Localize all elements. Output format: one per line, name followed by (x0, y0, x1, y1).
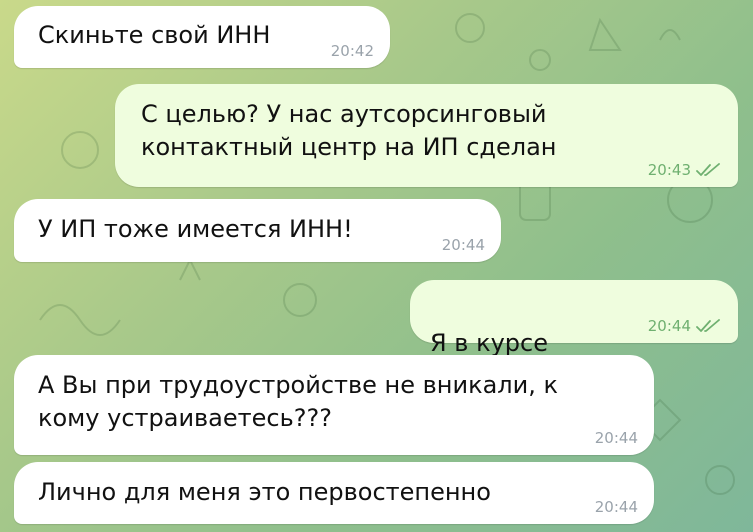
message-bubble-incoming[interactable]: А Вы при трудоустройстве не вникали, к к… (14, 355, 654, 455)
message-bubble-outgoing[interactable]: Я в курсе 20:44 (410, 280, 738, 389)
message-meta: 20:44 (595, 429, 638, 447)
message-meta: 20:42 (331, 42, 374, 60)
message-time: 20:43 (647, 161, 691, 179)
message-text-content: Я в курсе (430, 329, 548, 357)
message-bubble-incoming[interactable]: Лично для меня это первостепенно 20:44 (14, 462, 654, 524)
message-text: А Вы при трудоустройстве не вникали, к к… (38, 371, 558, 432)
message-meta: 20:44 (648, 317, 722, 335)
message-time: 20:44 (647, 317, 691, 335)
message-meta: 20:44 (442, 236, 485, 254)
message-meta: 20:44 (595, 498, 638, 516)
message-meta: 20:43 (648, 161, 722, 179)
message-time: 20:44 (594, 498, 638, 516)
message-time: 20:44 (441, 236, 485, 254)
message-bubble-incoming[interactable]: У ИП тоже имеется ИНН! 20:44 (14, 199, 501, 262)
message-time: 20:44 (594, 429, 638, 447)
message-text: Лично для меня это первостепенно (38, 478, 491, 506)
message-time: 20:42 (330, 42, 374, 60)
message-text: У ИП тоже имеется ИНН! (38, 215, 353, 243)
message-bubble-incoming[interactable]: Скиньте свой ИНН 20:42 (14, 6, 390, 68)
double-check-icon (696, 319, 720, 332)
message-text: С целью? У нас аутсорсинговый контактный… (141, 100, 557, 161)
message-bubble-outgoing[interactable]: С целью? У нас аутсорсинговый контактный… (115, 84, 738, 187)
double-check-icon (696, 163, 720, 176)
